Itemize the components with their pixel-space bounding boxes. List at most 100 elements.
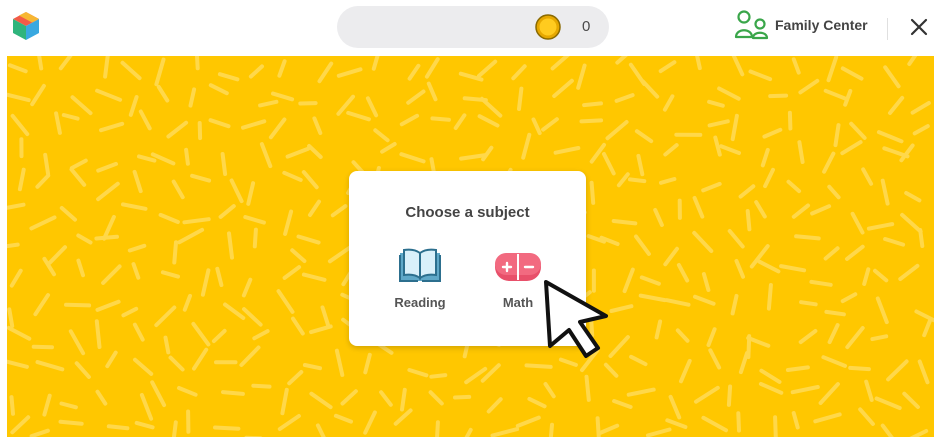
sprinkle	[734, 259, 745, 279]
card-title: Choose a subject	[405, 204, 530, 221]
sprinkle	[379, 390, 393, 407]
pointer-cursor-icon	[544, 280, 608, 358]
sprinkle	[616, 172, 630, 188]
sprinkle	[242, 307, 263, 327]
sprinkle	[866, 222, 895, 231]
sprinkle	[821, 355, 847, 368]
sprinkle	[880, 178, 890, 206]
sprinkle	[188, 87, 197, 108]
sprinkle	[848, 365, 871, 372]
sprinkle	[665, 418, 688, 429]
sprinkle	[399, 113, 420, 127]
sprinkle	[663, 143, 679, 157]
sprinkle	[211, 328, 227, 344]
sprinkle	[653, 207, 664, 227]
sprinkle	[154, 305, 177, 328]
sprinkle	[156, 85, 170, 103]
sprinkle	[910, 101, 931, 115]
sprinkle	[826, 56, 839, 83]
sprinkle	[134, 420, 155, 430]
close-icon[interactable]	[906, 14, 932, 40]
sprinkle	[208, 118, 231, 129]
top-bar: 0 Family Center	[0, 0, 934, 56]
sprinkle	[296, 234, 321, 245]
sprinkle	[258, 99, 279, 108]
sprinkle	[195, 56, 200, 71]
sprinkle	[132, 322, 145, 342]
sprinkle	[191, 321, 211, 347]
sprinkle	[662, 94, 675, 112]
sprinkle	[701, 181, 722, 193]
sprinkle	[426, 81, 438, 102]
sprinkle	[121, 202, 148, 211]
family-center-label: Family Center	[775, 17, 868, 33]
sprinkle	[30, 83, 46, 107]
sprinkle	[717, 86, 741, 101]
coin-icon	[535, 14, 561, 40]
sprinkle	[340, 389, 358, 406]
sprinkle	[160, 270, 180, 279]
sprinkle	[527, 396, 547, 409]
sprinkle	[864, 379, 874, 402]
sprinkle	[182, 217, 211, 225]
sprinkle	[521, 132, 532, 160]
sprinkle	[453, 113, 467, 130]
sprinkle	[221, 390, 245, 396]
sprinkle	[17, 167, 26, 192]
sprinkle	[693, 294, 716, 306]
sprinkle	[636, 153, 645, 177]
sprinkle	[843, 89, 853, 107]
sprinkle	[400, 387, 407, 412]
cube-logo-icon[interactable]	[11, 10, 41, 42]
sprinkle	[845, 244, 865, 261]
sprinkle	[694, 385, 720, 404]
sprinkle	[791, 411, 800, 430]
sprinkle	[823, 88, 849, 102]
sprinkle	[76, 258, 85, 278]
sprinkle	[103, 56, 110, 79]
sprinkle	[315, 423, 326, 437]
sprinkle	[870, 334, 889, 342]
sprinkle	[268, 117, 287, 140]
sprinkle	[120, 60, 142, 81]
sprinkle	[301, 170, 319, 190]
sprinkle	[407, 368, 429, 378]
sprinkle	[634, 129, 654, 144]
plus-minus-icon	[495, 253, 541, 281]
sprinkle	[128, 95, 139, 117]
sprinkle	[312, 116, 323, 135]
sprinkle	[909, 429, 929, 437]
coin-count: 0	[582, 18, 591, 35]
sprinkle	[597, 423, 620, 436]
sprinkle	[726, 384, 733, 407]
sprinkle	[309, 391, 333, 410]
sprinkle	[701, 415, 728, 433]
sprinkle	[218, 204, 236, 219]
sprinkle	[213, 425, 241, 431]
sprinkle	[301, 272, 327, 282]
sprinkle	[464, 427, 473, 437]
sprinkle	[121, 306, 139, 318]
sprinkle	[548, 422, 554, 437]
subject-reading-label: Reading	[394, 295, 446, 310]
sprinkle	[200, 268, 211, 297]
sprinkle	[576, 63, 587, 90]
sprinkle	[902, 391, 920, 409]
sprinkle	[74, 361, 91, 379]
sprinkle	[131, 262, 141, 280]
sprinkle	[809, 279, 833, 287]
sprinkle	[101, 264, 122, 285]
sprinkle	[252, 227, 258, 249]
sprinkle	[246, 181, 256, 206]
sprinkle	[550, 56, 570, 71]
sprinkle	[876, 130, 904, 144]
sprinkle	[779, 264, 807, 273]
subject-reading-button[interactable]: Reading	[380, 247, 460, 317]
family-center-button[interactable]: Family Center	[734, 10, 868, 40]
sprinkle	[850, 211, 865, 235]
sprinkle	[137, 154, 157, 163]
sprinkle	[886, 359, 909, 382]
sprinkle	[768, 93, 789, 99]
sprinkle	[898, 263, 920, 281]
sprinkle	[634, 234, 651, 256]
